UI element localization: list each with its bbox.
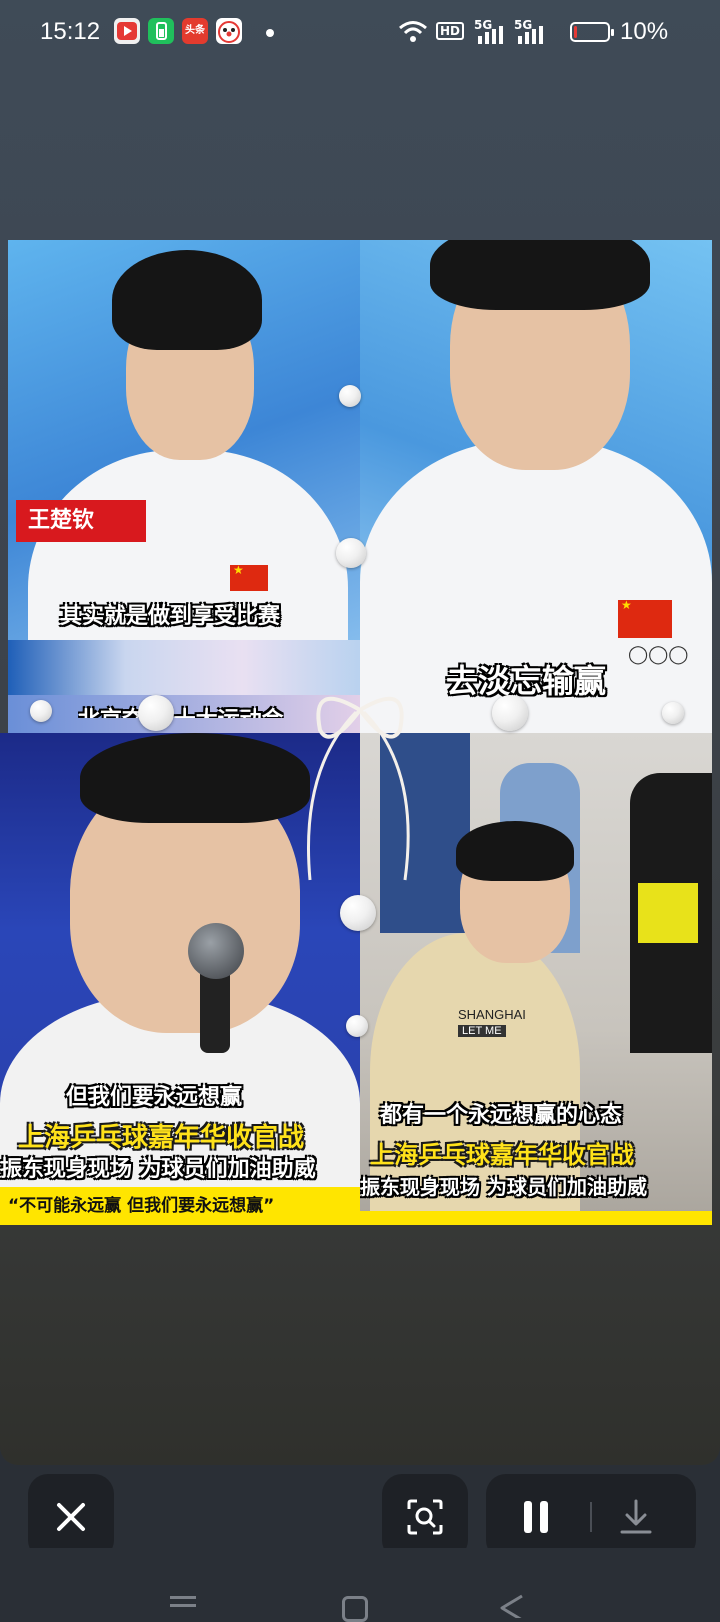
home-button[interactable] — [342, 1596, 368, 1622]
hair — [456, 821, 574, 881]
video-app-icon — [114, 18, 140, 44]
hd-icon: HD — [436, 22, 465, 40]
wifi-icon — [398, 20, 428, 48]
back-icon — [500, 1594, 523, 1622]
panel4-caption: 都有一个永远想赢的心态 — [380, 1103, 623, 1128]
shirt-text-1: SHANGHAI — [458, 1007, 526, 1022]
battery-icon — [570, 22, 614, 42]
pearl-decoration — [339, 385, 361, 407]
panel4-subheadline: 振东现身现场 为球员们加油助威 — [360, 1175, 647, 1199]
shirt-text-2: LET ME — [458, 1025, 506, 1037]
collage-panel-1: 王楚钦 其实就是做到享受比赛 北京夺冠 十大运动会 — [8, 240, 360, 733]
pearl-decoration — [492, 695, 528, 731]
menu-icon — [170, 1596, 196, 1599]
download-button[interactable] — [616, 1497, 656, 1537]
panel3-caption: 但我们要永远想赢 — [66, 1085, 243, 1110]
menu-icon-line — [170, 1604, 196, 1607]
china-flag-icon — [618, 598, 672, 638]
china-flag-icon — [230, 563, 268, 591]
olympic-rings-icon: ◯◯◯ — [628, 644, 689, 665]
pearl-decoration — [346, 1015, 368, 1037]
hair — [430, 240, 650, 310]
panel3-headline: 上海乒乓球嘉年华收官战 — [18, 1123, 305, 1153]
close-icon — [57, 1503, 85, 1531]
pearl-decoration — [138, 695, 174, 731]
hair — [112, 250, 262, 350]
panel3-subheadline: 振东现身现场 为球员们加油助威 — [0, 1157, 316, 1182]
pause-icon — [524, 1501, 548, 1533]
lens-search-icon — [407, 1499, 443, 1535]
pearl-decoration — [340, 895, 376, 931]
pearl-decoration — [30, 700, 52, 722]
signal-icon — [476, 26, 506, 48]
signal-icon-2 — [516, 26, 546, 48]
panel4-headline: 上海乒乓球嘉年华收官战 — [370, 1141, 634, 1169]
toutiao-app-icon: 头条 — [182, 18, 208, 44]
status-time: 15:12 — [40, 18, 101, 45]
system-nav-bar — [0, 1548, 720, 1622]
status-bar: 15:12 头条 HD 5G 5G 10% — [0, 0, 720, 66]
safety-vest — [638, 883, 698, 943]
pearl-decoration — [662, 702, 684, 724]
recents-button[interactable] — [170, 1596, 196, 1612]
panel4-yellow-strip — [360, 1211, 712, 1225]
image-viewer: 15:12 头条 HD 5G 5G 10% ★ 王楚钦 其实就是做到享受比赛 ★… — [0, 0, 720, 1465]
pearl-decoration — [336, 538, 366, 568]
ribbon-bow-icon — [306, 696, 410, 881]
pause-button[interactable] — [516, 1497, 556, 1537]
battery-percent: 10% — [620, 18, 669, 45]
battery-app-icon — [148, 18, 174, 44]
collage-panel-2: ◯◯◯ 去淡忘输赢 — [360, 240, 712, 733]
notification-dot — [266, 29, 274, 37]
hair — [80, 733, 310, 823]
collage-image[interactable]: 王楚钦 其实就是做到享受比赛 北京夺冠 十大运动会 ◯◯◯ 去淡忘输赢 但我们要… — [0, 240, 720, 1225]
download-icon — [620, 1499, 652, 1534]
clown-app-icon — [216, 18, 242, 44]
panel3-quote: “不可能永远赢 但我们要永远想赢” — [0, 1187, 360, 1225]
back-button[interactable] — [498, 1594, 526, 1622]
name-tag: 王楚钦 — [16, 500, 146, 542]
battery-level — [574, 26, 577, 38]
panel2-caption: 去淡忘输赢 — [446, 662, 607, 700]
microphone-head — [188, 923, 244, 979]
divider — [590, 1502, 592, 1532]
panel1-caption: 其实就是做到享受比赛 — [60, 604, 281, 629]
